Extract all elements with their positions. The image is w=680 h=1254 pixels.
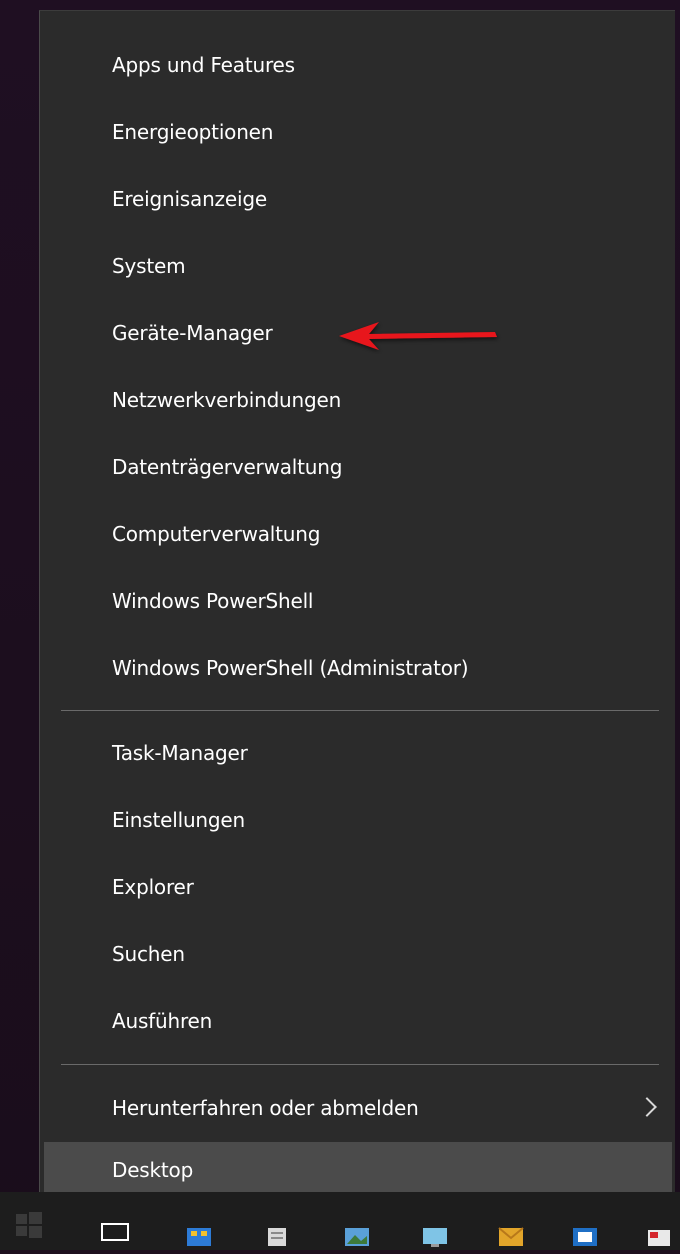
menu-separator bbox=[61, 710, 659, 711]
menu-item-label: Windows PowerShell bbox=[112, 589, 314, 613]
menu-item-label: Datenträgerverwaltung bbox=[112, 455, 343, 479]
menu-item-system[interactable]: System bbox=[40, 238, 676, 294]
monitor-icon[interactable] bbox=[418, 1218, 452, 1250]
menu-item-desktop[interactable]: Desktop bbox=[44, 1142, 672, 1198]
menu-item-label: Windows PowerShell (Administrator) bbox=[112, 656, 469, 680]
task-view-icon[interactable] bbox=[96, 1218, 134, 1250]
menu-item-ereignisanzeige[interactable]: Ereignisanzeige bbox=[40, 171, 676, 227]
red-arrow-annotation bbox=[339, 322, 497, 350]
menu-item-label: Apps und Features bbox=[112, 53, 295, 77]
windows-logo-icon[interactable] bbox=[14, 1210, 44, 1240]
menu-item-label: Ausführen bbox=[112, 1009, 213, 1033]
menu-item-powershell-admin[interactable]: Windows PowerShell (Administrator) bbox=[40, 640, 676, 696]
menu-item-label: Computerverwaltung bbox=[112, 522, 321, 546]
menu-item-energieoptionen[interactable]: Energieoptionen bbox=[40, 104, 676, 160]
menu-item-suchen[interactable]: Suchen bbox=[40, 926, 676, 982]
menu-item-label: Ereignisanzeige bbox=[112, 187, 267, 211]
photo-icon[interactable] bbox=[340, 1218, 374, 1250]
menu-item-herunterfahren[interactable]: Herunterfahren oder abmelden bbox=[40, 1080, 676, 1136]
winx-context-menu: Apps und Features Energieoptionen Ereign… bbox=[39, 10, 676, 1198]
menu-item-label: Energieoptionen bbox=[112, 120, 274, 144]
menu-item-computerverwaltung[interactable]: Computerverwaltung bbox=[40, 506, 676, 562]
file-icon[interactable] bbox=[262, 1218, 292, 1250]
store-icon[interactable] bbox=[182, 1218, 216, 1250]
menu-item-label: Desktop bbox=[112, 1158, 194, 1182]
menu-item-apps-features[interactable]: Apps und Features bbox=[40, 37, 676, 93]
menu-item-label: Task-Manager bbox=[112, 741, 248, 765]
menu-item-datentraegerverwaltung[interactable]: Datenträgerverwaltung bbox=[40, 439, 676, 495]
outlook-icon[interactable] bbox=[568, 1218, 602, 1250]
menu-item-label: Suchen bbox=[112, 942, 185, 966]
menu-item-ausfuehren[interactable]: Ausführen bbox=[40, 993, 676, 1049]
app-icon[interactable] bbox=[642, 1218, 676, 1250]
menu-item-powershell[interactable]: Windows PowerShell bbox=[40, 573, 676, 629]
menu-item-netzwerkverbindungen[interactable]: Netzwerkverbindungen bbox=[40, 372, 676, 428]
chevron-right-icon bbox=[637, 1097, 657, 1117]
menu-separator bbox=[61, 1064, 659, 1065]
menu-item-explorer[interactable]: Explorer bbox=[40, 859, 676, 915]
menu-item-label: Einstellungen bbox=[112, 808, 245, 832]
menu-item-task-manager[interactable]: Task-Manager bbox=[40, 725, 676, 781]
menu-item-label: Netzwerkverbindungen bbox=[112, 388, 342, 412]
menu-item-label: Explorer bbox=[112, 875, 194, 899]
menu-item-label: Herunterfahren oder abmelden bbox=[112, 1096, 419, 1120]
menu-item-einstellungen[interactable]: Einstellungen bbox=[40, 792, 676, 848]
mail-icon[interactable] bbox=[494, 1218, 528, 1250]
menu-item-label: System bbox=[112, 254, 186, 278]
menu-item-label: Geräte-Manager bbox=[112, 321, 273, 345]
